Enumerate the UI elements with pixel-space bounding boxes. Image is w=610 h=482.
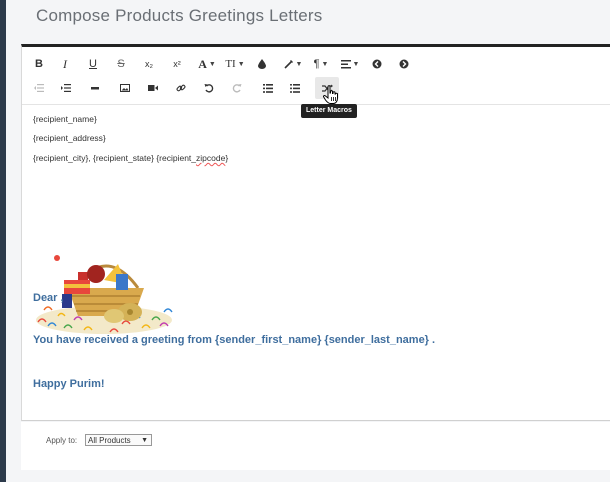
greeting-body: You have received a greeting from {sende… bbox=[33, 334, 436, 346]
increase-indent-button[interactable] bbox=[59, 78, 73, 98]
dropdown-arrow-icon: ▼ bbox=[141, 437, 148, 444]
redo-icon bbox=[232, 84, 242, 93]
recipient-city-close: } bbox=[225, 153, 229, 163]
caret-down-icon: ▼ bbox=[321, 60, 329, 68]
undo-button[interactable] bbox=[202, 78, 216, 98]
text-color-button[interactable] bbox=[255, 54, 269, 74]
redo-button[interactable] bbox=[230, 78, 244, 98]
outdent-circle-button[interactable] bbox=[370, 54, 384, 74]
caret-down-icon: ▼ bbox=[208, 60, 216, 68]
editor-footer: Apply to: All Products ▼ bbox=[21, 422, 610, 470]
droplet-icon bbox=[258, 59, 266, 69]
ordered-list-button[interactable] bbox=[261, 78, 275, 98]
caret-down-icon: ▼ bbox=[352, 60, 360, 68]
caret-down-icon: ▼ bbox=[237, 60, 245, 68]
apply-to-label: Apply to: bbox=[46, 436, 78, 445]
numbered-list-icon bbox=[263, 83, 273, 93]
insert-video-button[interactable] bbox=[146, 78, 160, 98]
italic-button[interactable]: I bbox=[58, 54, 72, 74]
recipient-address-line: {recipient_address} bbox=[33, 133, 106, 143]
subscript-button[interactable]: x₂ bbox=[141, 54, 157, 74]
circle-right-icon bbox=[399, 59, 409, 69]
recipient-name-line: {recipient_name} bbox=[33, 114, 97, 124]
superscript-button[interactable]: x² bbox=[169, 54, 185, 74]
image-icon bbox=[120, 84, 130, 92]
apply-to-value: All Products bbox=[88, 436, 131, 445]
insert-link-button[interactable] bbox=[174, 78, 188, 98]
font-family-button[interactable]: A ▼ bbox=[197, 54, 217, 74]
magic-wand-icon bbox=[283, 60, 293, 69]
pilcrow-icon: ¶ bbox=[313, 58, 320, 70]
styles-button[interactable]: ▼ bbox=[282, 54, 304, 74]
recipient-city-text: {recipient_city}, {recipient_state} {rec… bbox=[33, 153, 197, 163]
underline-button[interactable]: U bbox=[86, 54, 100, 74]
font-size-label: TI bbox=[225, 58, 236, 70]
decrease-indent-button[interactable] bbox=[32, 78, 46, 98]
closing: Happy Purim! bbox=[33, 378, 105, 390]
align-left-icon bbox=[340, 59, 351, 68]
caret-down-icon: ▼ bbox=[295, 60, 303, 68]
strikethrough-button[interactable]: S bbox=[114, 54, 128, 74]
hand-pointer-cursor-icon bbox=[323, 85, 339, 110]
font-family-label: A bbox=[198, 56, 207, 71]
circle-left-icon bbox=[372, 59, 382, 69]
indent-circle-button[interactable] bbox=[397, 54, 411, 74]
apply-to-select[interactable]: All Products ▼ bbox=[85, 434, 152, 446]
editor-toolbar: B I U S x₂ x² A ▼ TI ▼ ▼ ¶ ▼ ▼ bbox=[22, 47, 610, 105]
paragraph-format-button[interactable]: ¶ ▼ bbox=[310, 54, 332, 74]
insert-image-button[interactable] bbox=[118, 78, 132, 98]
undo-icon bbox=[204, 84, 214, 93]
horizontal-line-icon bbox=[91, 86, 99, 89]
page-title: Compose Products Greetings Letters bbox=[36, 6, 323, 25]
recipient-city-line: {recipient_city}, {recipient_state} {rec… bbox=[33, 153, 228, 163]
align-button[interactable]: ▼ bbox=[338, 54, 362, 74]
outdent-icon bbox=[34, 84, 44, 92]
bullet-list-icon bbox=[290, 83, 300, 93]
salutation: Dear , bbox=[33, 292, 64, 304]
video-camera-icon bbox=[148, 85, 158, 91]
spellcheck-underlined-word: zipcode bbox=[196, 153, 226, 163]
link-icon bbox=[176, 84, 186, 92]
font-size-button[interactable]: TI ▼ bbox=[225, 54, 245, 74]
rich-text-editor[interactable]: B I U S x₂ x² A ▼ TI ▼ ▼ ¶ ▼ ▼ Letter Ma… bbox=[21, 44, 610, 421]
indent-icon bbox=[61, 84, 71, 92]
horizontal-rule-button[interactable] bbox=[88, 78, 102, 98]
bold-button[interactable]: B bbox=[32, 54, 46, 74]
unordered-list-button[interactable] bbox=[288, 78, 302, 98]
